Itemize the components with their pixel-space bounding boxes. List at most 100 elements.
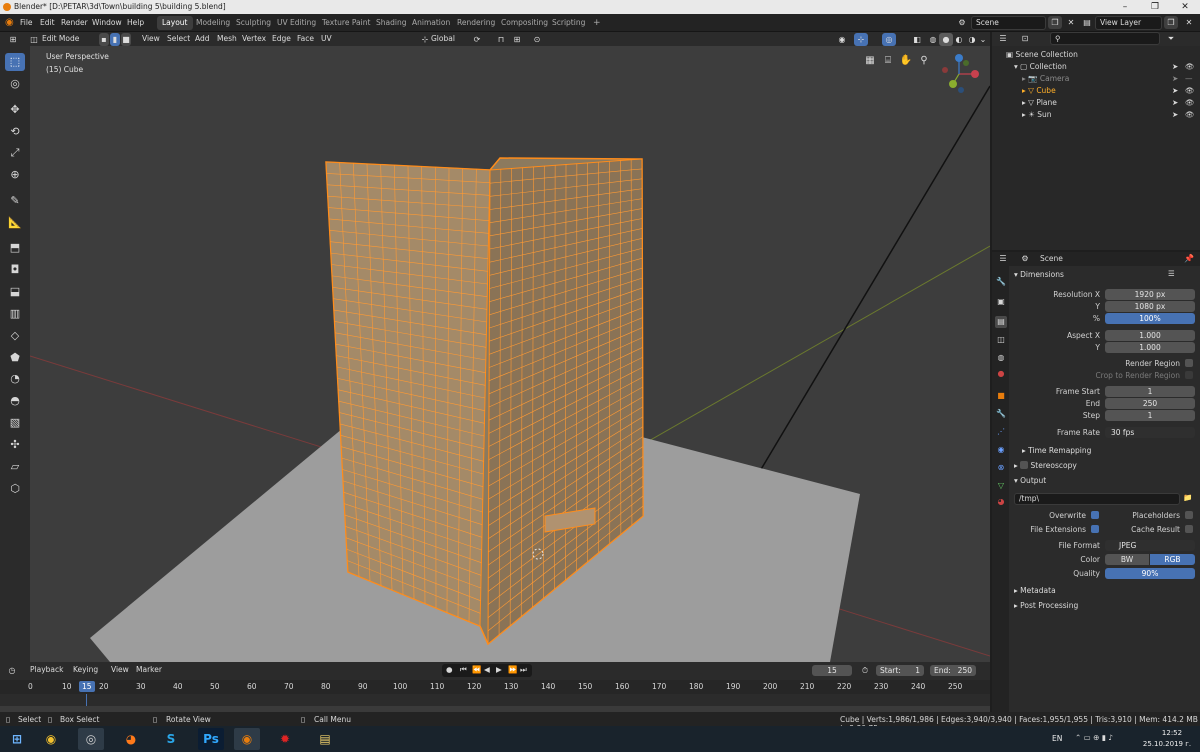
inset-tool-icon[interactable]: ◘ <box>5 261 25 279</box>
extrude-tool-icon[interactable]: ⬒ <box>5 239 25 257</box>
output-path-field[interactable]: /tmp\ <box>1014 493 1180 505</box>
select-box-tool-icon[interactable]: ⬚ <box>5 53 25 71</box>
menu-playback[interactable]: Playback <box>30 662 63 678</box>
output-panel-header[interactable]: ▾ Output <box>1014 474 1046 488</box>
frame-start-field[interactable]: 1 <box>1105 386 1195 397</box>
select-arrow-icon[interactable]: ➤ <box>1172 109 1178 121</box>
play-button[interactable]: ▶ <box>496 665 502 674</box>
language-indicator[interactable]: EN <box>1052 734 1062 743</box>
aspect-y-field[interactable]: 1.000 <box>1105 342 1195 353</box>
outliner-search-input[interactable]: ⚲ <box>1050 32 1160 45</box>
menu-view[interactable]: View <box>142 32 160 46</box>
time-remapping-subpanel[interactable]: ▸ Time Remapping <box>1022 444 1091 458</box>
color-bw-button[interactable]: BW <box>1105 554 1149 565</box>
menu-edit[interactable]: Edit <box>40 14 55 32</box>
view-layer-tab-icon[interactable]: ◫ <box>995 334 1007 346</box>
tab-scripting[interactable]: Scripting <box>547 16 590 30</box>
folder-icon[interactable]: 📁 <box>1183 493 1192 502</box>
zoom-view-icon[interactable]: ⚲ <box>917 54 931 67</box>
poly-build-tool-icon[interactable]: ⬟ <box>5 349 25 367</box>
tab-uv-editing[interactable]: UV Editing <box>272 16 321 30</box>
outliner-item-cube[interactable]: ▸ ▽ Cube ➤ 👁 <box>992 85 1200 97</box>
annotate-tool-icon[interactable]: ✎ <box>5 192 25 210</box>
tab-shading[interactable]: Shading <box>371 16 411 30</box>
tab-animation[interactable]: Animation <box>407 16 455 30</box>
toggle-camera-icon[interactable]: ⌸ <box>881 54 895 67</box>
menu-help[interactable]: Help <box>127 14 144 32</box>
select-arrow-icon[interactable]: ➤ <box>1172 85 1178 97</box>
view-layer-field[interactable]: View Layer <box>1095 16 1162 30</box>
axis-gizmo-icon[interactable] <box>939 52 983 96</box>
visibility-icon[interactable]: ◉ <box>835 33 849 46</box>
render-tab-icon[interactable]: ▣ <box>995 296 1007 308</box>
presets-icon[interactable]: ☰ <box>1168 269 1175 278</box>
modifier-tab-icon[interactable]: 🔧 <box>995 408 1007 420</box>
resolution-y-field[interactable]: 1080 px <box>1105 301 1195 312</box>
camera-view-icon[interactable]: ▦ <box>863 54 877 67</box>
photoshop-icon[interactable]: Ps <box>198 728 224 750</box>
spin-tool-icon[interactable]: ◔ <box>5 370 25 388</box>
record-button[interactable]: ● <box>446 665 453 674</box>
aspect-x-field[interactable]: 1.000 <box>1105 330 1195 341</box>
playhead-line[interactable] <box>86 694 87 706</box>
scale-tool-icon[interactable]: ⤢ <box>5 144 25 162</box>
material-tab-icon[interactable]: ◕ <box>995 496 1007 508</box>
shrink-fatten-tool-icon[interactable]: ✣ <box>5 436 25 454</box>
frame-step-field[interactable]: 1 <box>1105 410 1195 421</box>
menu-edge[interactable]: Edge <box>272 32 291 46</box>
proportional-edit-icon[interactable]: ⊙ <box>530 33 544 46</box>
measure-tool-icon[interactable]: 📐 <box>5 214 25 232</box>
mode-dropdown[interactable]: Edit Mode <box>42 32 79 46</box>
metadata-panel-header[interactable]: ▸ Metadata <box>1014 584 1056 598</box>
stopwatch-icon[interactable]: ⏱ <box>858 664 872 677</box>
eye-icon[interactable]: 👁 <box>1185 61 1195 73</box>
eye-icon[interactable]: 👁 <box>1185 109 1195 121</box>
menu-select[interactable]: Select <box>167 32 190 46</box>
tab-modeling[interactable]: Modeling <box>191 16 235 30</box>
object-tab-icon[interactable]: ■ <box>995 390 1007 402</box>
navigation-gizmo[interactable]: ▦ ⌸ ✋ ⚲ <box>863 52 985 93</box>
select-arrow-icon[interactable]: ➤ <box>1172 97 1178 109</box>
stereoscopy-panel-header[interactable]: ▸ Stereoscopy <box>1014 459 1077 473</box>
file-extensions-checkbox[interactable] <box>1091 525 1099 533</box>
menu-marker[interactable]: Marker <box>136 662 162 678</box>
tab-texture-paint[interactable]: Texture Paint <box>317 16 375 30</box>
firefox-icon[interactable]: ◕ <box>118 728 144 750</box>
select-arrow-icon[interactable]: ➤ <box>1172 61 1178 73</box>
file-explorer-icon[interactable]: ▤ <box>312 728 338 750</box>
pivot-icon[interactable]: ⟳ <box>470 33 484 46</box>
jump-end-button[interactable]: ⏭ <box>520 665 527 675</box>
crop-region-checkbox[interactable] <box>1185 371 1193 379</box>
3d-viewport[interactable]: User Perspective (15) Cube ▦ ⌸ ✋ ⚲ <box>30 46 990 662</box>
shear-tool-icon[interactable]: ▱ <box>5 458 25 476</box>
gizmo-toggle-icon[interactable]: ⊹ <box>854 33 868 46</box>
tab-compositing[interactable]: Compositing <box>496 16 553 30</box>
tool-tab-icon[interactable]: 🔧 <box>995 276 1007 288</box>
menu-render[interactable]: Render <box>61 14 88 32</box>
snap-icon[interactable]: ⊓ <box>494 33 508 46</box>
pan-view-icon[interactable]: ✋ <box>899 54 913 67</box>
face-select-icon[interactable]: ■ <box>121 33 131 46</box>
blender-taskbar-icon[interactable]: ◉ <box>234 728 260 750</box>
close-button[interactable]: ✕ <box>1170 0 1200 14</box>
move-tool-icon[interactable]: ✥ <box>5 101 25 119</box>
remove-scene-icon[interactable]: ✕ <box>1064 16 1078 29</box>
eye-closed-icon[interactable]: — <box>1185 73 1193 85</box>
placeholders-checkbox[interactable] <box>1185 511 1193 519</box>
quality-slider[interactable]: 90% <box>1105 568 1195 579</box>
xray-icon[interactable]: ◧ <box>910 33 924 46</box>
timeline-start-field[interactable]: Start: 1 <box>876 665 924 676</box>
new-view-layer-icon[interactable]: ❐ <box>1164 16 1178 29</box>
constraints-tab-icon[interactable]: ⊗ <box>995 462 1007 474</box>
menu-mesh[interactable]: Mesh <box>217 32 237 46</box>
render-region-checkbox[interactable] <box>1185 359 1193 367</box>
tab-rendering[interactable]: Rendering <box>452 16 500 30</box>
minimize-button[interactable]: – <box>1110 0 1140 14</box>
timeline-editor-type-icon[interactable]: ◷ <box>5 664 19 677</box>
loop-cut-tool-icon[interactable]: ▥ <box>5 305 25 323</box>
maximize-button[interactable]: ❐ <box>1140 0 1170 14</box>
outliner-editor-type-icon[interactable]: ☰ <box>996 32 1010 45</box>
stereoscopy-checkbox[interactable] <box>1020 461 1029 469</box>
start-button-icon[interactable]: ⊞ <box>4 728 30 750</box>
output-tab-icon[interactable]: ▤ <box>995 316 1007 328</box>
